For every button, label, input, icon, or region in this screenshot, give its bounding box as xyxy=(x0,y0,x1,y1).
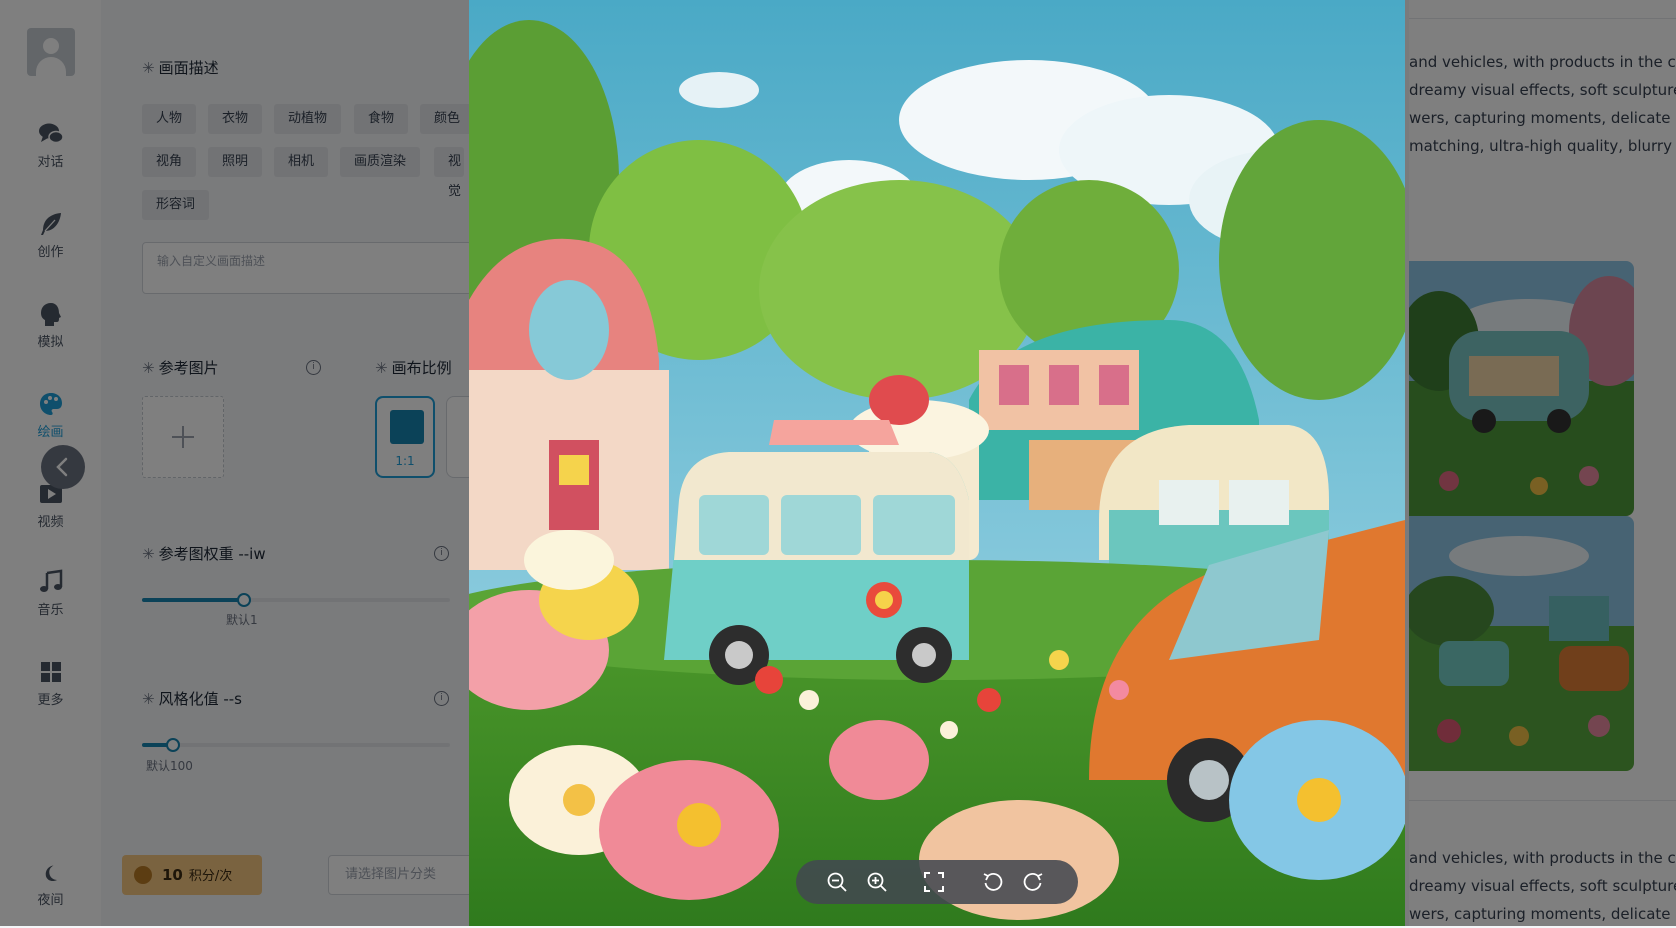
rotate-right-icon[interactable] xyxy=(1022,871,1044,893)
zoom-in-icon[interactable] xyxy=(866,871,888,893)
rotate-left-icon[interactable] xyxy=(982,871,1004,893)
preview-toolbar xyxy=(796,860,1078,904)
preview-illustration xyxy=(469,0,1405,926)
fullscreen-icon[interactable] xyxy=(923,871,945,893)
zoom-out-icon[interactable] xyxy=(826,871,848,893)
preview-image xyxy=(469,0,1405,926)
